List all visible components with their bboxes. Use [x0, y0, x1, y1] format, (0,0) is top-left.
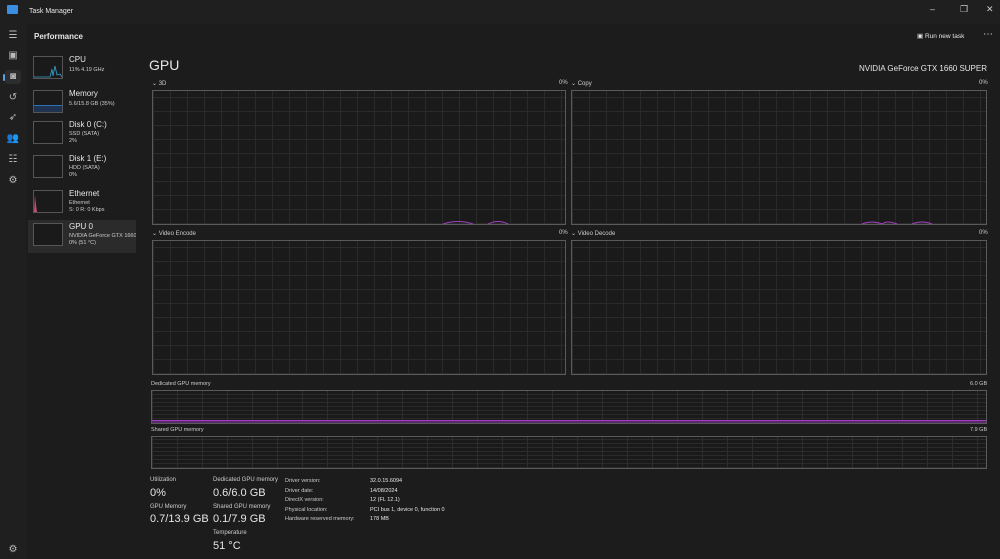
details-icon[interactable]: ☷ [5, 153, 21, 167]
device-item-disk0[interactable]: Disk 0 (C:) SSD (SATA) 2% [28, 118, 136, 151]
shared-memory-graph [151, 436, 987, 469]
engine-video-decode-value: 0% [979, 230, 988, 236]
gpu-thumbnail [33, 223, 63, 246]
dedicated-memory-graph [151, 390, 987, 424]
services-icon[interactable]: ⚙ [5, 174, 21, 188]
device-name: Memory [69, 89, 98, 98]
engine-video-encode-graph [152, 240, 566, 375]
device-item-disk1[interactable]: Disk 1 (E:) HDD (SATA) 0% [28, 152, 136, 185]
device-name: Disk 1 (E:) [69, 154, 107, 163]
driver-date-value: 14/08/2024 [370, 487, 398, 494]
task-manager-icon [7, 5, 18, 14]
engine-video-encode-label[interactable]: ⌄ Video Encode [152, 230, 196, 237]
ethernet-thumbnail [33, 190, 63, 213]
device-usage: S: 0 R: 0 Kbps [69, 207, 105, 213]
device-detail: 11% 4.19 GHz [69, 67, 105, 73]
device-name: Ethernet [69, 189, 100, 198]
device-detail: NVIDIA GeForce GTX 1660 SUPER [69, 233, 136, 239]
startup-apps-icon[interactable]: ➶ [5, 111, 21, 125]
shared-stat-value: 0.1/7.9 GB [213, 513, 266, 525]
reserved-memory-label: Hardware reserved memory: [285, 516, 355, 522]
device-item-cpu[interactable]: CPU 11% 4.19 GHz [28, 53, 136, 86]
gpu-model: NVIDIA GeForce GTX 1660 SUPER [858, 64, 987, 73]
engine-copy-graph [571, 90, 987, 225]
dedicated-stat-value: 0.6/6.0 GB [213, 487, 266, 499]
temperature-value: 51 °C [213, 540, 241, 552]
device-detail: HDD (SATA) [69, 165, 100, 171]
physical-location-value: PCI bus 1, device 0, function 0 [370, 506, 445, 513]
hamburger-icon[interactable]: ☰ [5, 29, 21, 43]
users-icon[interactable]: 👥 [5, 132, 21, 146]
engine-copy-label[interactable]: ⌄ Copy [571, 80, 592, 87]
page-title: Performance [34, 32, 83, 41]
performance-icon[interactable]: ◙ [5, 70, 21, 84]
temperature-label: Temperature [213, 530, 247, 536]
close-button[interactable]: ✕ [986, 4, 994, 15]
utilization-label: Utilization [150, 477, 177, 483]
engine-video-decode-label[interactable]: ⌄ Video Decode [571, 230, 615, 237]
run-task-icon: ▣ [917, 33, 925, 40]
device-detail: SSD (SATA) [69, 131, 100, 137]
driver-date-label: Driver date: [285, 487, 314, 494]
maximize-button[interactable]: ❐ [960, 4, 968, 15]
gpu-memory-value: 0.7/13.9 GB [150, 513, 209, 525]
title-bar: Task Manager – ❐ ✕ [0, 0, 1000, 24]
engine-3d-value: 0% [559, 80, 568, 86]
device-name: Disk 0 (C:) [69, 120, 107, 129]
device-item-memory[interactable]: Memory 5.6/15.8 GB (35%) [28, 87, 136, 120]
run-new-task-label: Run new task [924, 33, 965, 40]
shared-memory-label: Shared GPU memory [151, 427, 204, 433]
processes-icon[interactable]: ▣ [5, 49, 21, 63]
dedicated-memory-fill [152, 419, 986, 423]
utilization-value: 0% [150, 487, 166, 499]
disk1-thumbnail [33, 155, 63, 178]
memory-thumbnail [33, 90, 63, 113]
device-detail: 5.6/15.8 GB (35%) [69, 101, 115, 107]
device-name: CPU [69, 55, 86, 64]
more-options-button[interactable]: ⋯ [983, 29, 993, 40]
gpu-heading: GPU [149, 57, 180, 73]
reserved-memory-value: 178 MB [370, 516, 389, 522]
details-values: 32.0.15.6094 14/08/2024 12 (FL 12.1) PCI… [370, 477, 445, 525]
engine-3d-graph [152, 90, 566, 225]
device-item-ethernet[interactable]: Ethernet Ethernet S: 0 R: 0 Kbps [28, 187, 136, 220]
dedicated-memory-max: 6.0 GB [970, 381, 988, 387]
gpu-memory-label: GPU Memory [150, 504, 187, 510]
shared-stat-label: Shared GPU memory [213, 504, 271, 510]
device-usage: 2% [69, 138, 77, 144]
app-history-icon[interactable]: ↺ [5, 91, 21, 105]
minimize-button[interactable]: – [930, 4, 935, 14]
dedicated-memory-label: Dedicated GPU memory [151, 381, 211, 387]
cpu-thumbnail [33, 56, 63, 79]
physical-location-label: Physical location: [285, 506, 328, 513]
dedicated-stat-label: Dedicated GPU memory [213, 477, 279, 483]
device-item-gpu0[interactable]: GPU 0 NVIDIA GeForce GTX 1660 SUPER 0% (… [28, 220, 136, 253]
disk0-thumbnail [33, 121, 63, 144]
device-detail: Ethernet [69, 200, 90, 206]
directx-version-value: 12 (FL 12.1) [370, 497, 400, 503]
shared-memory-max: 7.9 GB [970, 427, 988, 433]
engine-copy-value: 0% [979, 80, 988, 86]
device-name: GPU 0 [69, 222, 94, 231]
settings-icon[interactable]: ⚙ [5, 543, 21, 557]
window-title: Task Manager [29, 8, 73, 15]
driver-version-label: Driver version: [285, 478, 321, 484]
run-new-task-button[interactable]: ▣ Run new task [917, 32, 964, 40]
details-keys: Driver version: Driver date: DirectX ver… [285, 477, 355, 525]
engine-video-decode-graph [571, 240, 987, 375]
device-usage: 0% [69, 172, 77, 178]
directx-version-label: DirectX version: [285, 497, 324, 503]
device-usage: 0% (51 °C) [69, 240, 96, 246]
driver-version-value: 32.0.15.6094 [370, 478, 403, 484]
engine-3d-label[interactable]: ⌄ 3D [152, 80, 166, 87]
engine-video-encode-value: 0% [559, 230, 568, 236]
